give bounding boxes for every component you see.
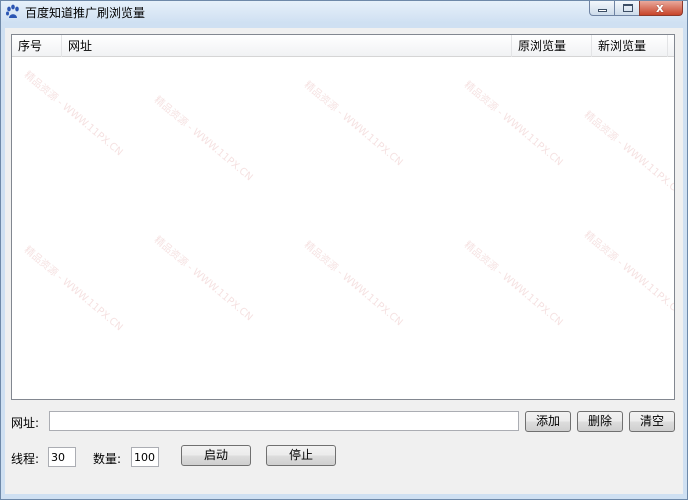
paw-icon <box>6 4 19 18</box>
url-input[interactable] <box>49 411 519 431</box>
window-title: 百度知道推广刷浏览量 <box>25 6 146 20</box>
column-header-index[interactable]: 序号 <box>12 35 62 57</box>
column-header-url[interactable]: 网址 <box>62 35 512 57</box>
watermark: 精品资源 - WWW.11PX.CN <box>151 94 255 184</box>
watermark: 精品资源 - WWW.11PX.CN <box>21 244 125 334</box>
url-label: 网址: <box>11 416 40 430</box>
list-header: 序号 网址 原浏览量 新浏览量 <box>12 35 674 57</box>
url-list-view[interactable]: 序号 网址 原浏览量 新浏览量 精品资源 - WWW.11PX.CN 精品资源 … <box>11 34 675 400</box>
client-area: 序号 网址 原浏览量 新浏览量 精品资源 - WWW.11PX.CN 精品资源 … <box>5 28 683 494</box>
minimize-icon <box>598 9 607 12</box>
watermark: 精品资源 - WWW.11PX.CN <box>151 234 255 324</box>
watermark: 精品资源 - WWW.11PX.CN <box>461 79 565 169</box>
watermark: 精品资源 - WWW.11PX.CN <box>581 229 675 319</box>
clear-button[interactable]: 清空 <box>629 411 675 432</box>
maximize-icon <box>623 4 633 12</box>
watermark: 精品资源 - WWW.11PX.CN <box>461 239 565 329</box>
column-header-new-views[interactable]: 新浏览量 <box>592 35 668 57</box>
watermark: 精品资源 - WWW.11PX.CN <box>581 109 675 199</box>
count-label: 数量: <box>93 452 122 466</box>
threads-label: 线程: <box>11 452 40 466</box>
start-button[interactable]: 启动 <box>181 445 251 466</box>
close-button[interactable]: x <box>639 1 683 16</box>
stop-button[interactable]: 停止 <box>266 445 336 466</box>
minimize-button[interactable] <box>589 1 615 16</box>
title-bar[interactable]: 百度知道推广刷浏览量 x <box>1 1 687 23</box>
watermark: 精品资源 - WWW.11PX.CN <box>301 239 405 329</box>
delete-button[interactable]: 删除 <box>577 411 623 432</box>
close-icon: x <box>656 1 664 15</box>
watermark: 精品资源 - WWW.11PX.CN <box>21 69 125 159</box>
maximize-button[interactable] <box>614 1 640 16</box>
watermark: 精品资源 - WWW.11PX.CN <box>301 79 405 169</box>
add-button[interactable]: 添加 <box>525 411 571 432</box>
threads-input[interactable] <box>48 447 76 467</box>
main-window: 百度知道推广刷浏览量 x 序号 网址 原浏览量 新浏览量 精品资源 - WWW.… <box>0 0 688 500</box>
count-input[interactable] <box>131 447 159 467</box>
column-header-old-views[interactable]: 原浏览量 <box>512 35 592 57</box>
